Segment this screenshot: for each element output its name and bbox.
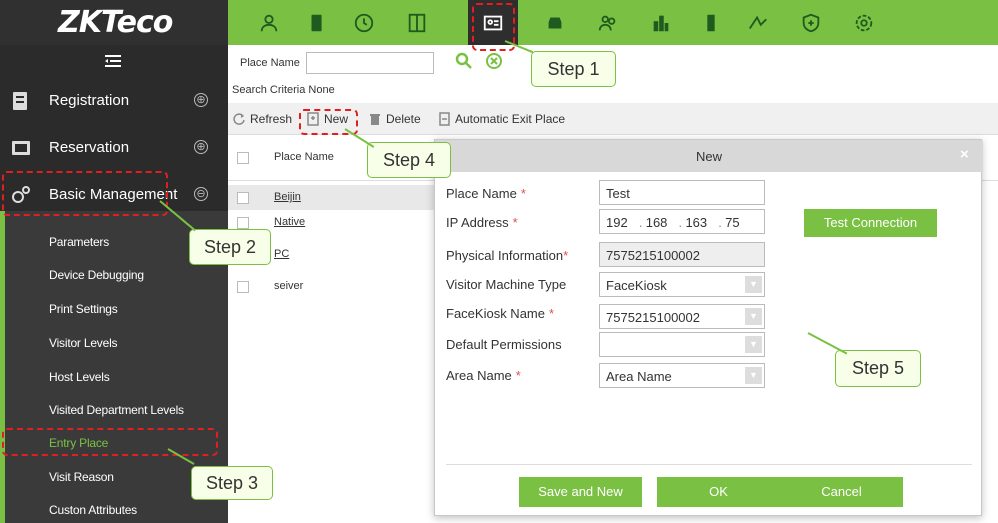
submenu-device-debugging[interactable]: Device Debugging (49, 268, 144, 282)
delete-icon (370, 114, 380, 125)
collapse-icon[interactable]: ⊖ (194, 187, 208, 201)
table-row[interactable]: Beijin (228, 185, 434, 210)
automatic-exit-place-button[interactable]: Automatic Exit Place (437, 112, 565, 126)
physical-information-field: 7575215100002 (599, 242, 765, 267)
column-place-name: Place Name (274, 151, 334, 163)
dialog-title: New (695, 149, 722, 164)
place-name-cell[interactable]: Beijin (274, 191, 301, 203)
building-icon[interactable] (646, 8, 676, 38)
logo-area: ZKTeco (0, 0, 228, 45)
chevron-down-icon[interactable]: ▼ (745, 276, 762, 293)
place-name-search-input[interactable] (306, 52, 434, 74)
ip-octet-3[interactable]: 163 (685, 215, 718, 230)
step-4-callout: Step 4 (367, 142, 451, 178)
step-1-callout: Step 1 (531, 51, 616, 87)
settings-icon[interactable] (849, 8, 879, 38)
ip-address-field[interactable]: 192 . 168 . 163 . 75 (599, 209, 765, 234)
row-checkbox[interactable] (237, 217, 249, 229)
chevron-down-icon[interactable]: ▼ (745, 336, 762, 353)
menu-label: Registration (49, 92, 130, 109)
visitor-machine-type-label: Visitor Machine Type (446, 277, 567, 292)
chevron-down-icon[interactable]: ▼ (745, 367, 762, 384)
submenu-parameters[interactable]: Parameters (49, 235, 109, 249)
default-permissions-select[interactable]: ▼ (599, 332, 765, 357)
refresh-button[interactable]: Refresh (232, 112, 292, 126)
delete-label: Delete (386, 112, 421, 126)
reservation-icon (10, 137, 32, 159)
chevron-down-icon[interactable]: ▼ (745, 308, 762, 325)
shield-icon[interactable] (796, 8, 826, 38)
test-connection-button[interactable]: Test Connection (804, 209, 937, 237)
expand-icon[interactable]: ⊕ (194, 140, 208, 154)
place-name-field[interactable]: Test (599, 180, 765, 205)
area-name-label: Area Name * (446, 368, 521, 383)
place-name-cell[interactable]: Native (274, 216, 305, 228)
submenu-print-settings[interactable]: Print Settings (49, 302, 118, 316)
place-name-cell[interactable]: PC (274, 248, 289, 260)
submenu-visited-department-levels[interactable]: Visited Department Levels (49, 403, 184, 417)
logo: ZKTeco (58, 5, 173, 40)
physical-information-label: Physical Information* (446, 248, 569, 263)
place-name-label: Place Name (240, 57, 300, 69)
patrol-icon[interactable] (743, 8, 773, 38)
step3-highlight (2, 428, 218, 456)
place-name-field-label: Place Name * (446, 186, 526, 201)
automatic-exit-place-label: Automatic Exit Place (455, 112, 566, 126)
submenu-host-levels[interactable]: Host Levels (49, 370, 110, 384)
new-place-dialog: New × Place Name * Test IP Address * 192 .… (434, 139, 983, 516)
car-icon[interactable] (540, 8, 570, 38)
area-name-select[interactable]: Area Name ▼ (599, 363, 765, 388)
ip-octet-1[interactable]: 192 (606, 215, 639, 230)
submenu-custom-attributes[interactable]: Custon Attributes (49, 503, 137, 517)
cancel-button[interactable]: Cancel (780, 477, 903, 507)
step2-highlight (2, 171, 168, 216)
ok-button[interactable]: OK (657, 477, 780, 507)
row-checkbox[interactable] (237, 281, 249, 293)
step-5-callout: Step 5 (835, 350, 921, 387)
facekiosk-name-select[interactable]: 7575215100002 ▼ (599, 304, 765, 329)
refresh-label: Refresh (250, 112, 293, 126)
visitor-machine-type-select[interactable]: FaceKiosk ▼ (599, 272, 765, 297)
dialog-divider (446, 464, 972, 465)
people-icon[interactable] (593, 8, 623, 38)
dialog-title-bar: New × (435, 140, 983, 172)
expand-icon[interactable]: ⊕ (194, 93, 208, 107)
ip-octet-4[interactable]: 75 (725, 215, 758, 230)
menu-registration[interactable]: Registration ⊕ (0, 78, 228, 124)
elevator-icon[interactable] (402, 8, 432, 38)
door-icon[interactable] (302, 8, 332, 38)
sidebar-collapse-icon[interactable] (105, 55, 121, 67)
registration-icon (10, 90, 32, 112)
refresh-icon (233, 113, 245, 125)
step-3-callout: Step 3 (191, 466, 273, 500)
save-and-new-button[interactable]: Save and New (519, 477, 642, 507)
close-icon[interactable]: × (960, 146, 969, 163)
menu-label: Reservation (49, 139, 130, 156)
facekiosk-name-label: FaceKiosk Name * (446, 306, 555, 321)
menu-reservation[interactable]: Reservation ⊕ (0, 125, 228, 171)
delete-button[interactable]: Delete (368, 112, 421, 126)
tower-icon[interactable] (696, 8, 726, 38)
submenu-visitor-levels[interactable]: Visitor Levels (49, 336, 118, 350)
table-row[interactable]: seiver (228, 274, 448, 299)
row-checkbox[interactable] (237, 192, 249, 204)
select-all-checkbox[interactable] (237, 152, 249, 164)
step-2-callout: Step 2 (189, 229, 271, 265)
search-criteria: Search Criteria None (232, 84, 335, 96)
ip-address-field-label: IP Address * (446, 215, 518, 230)
place-name-cell[interactable]: seiver (274, 280, 303, 292)
person-icon[interactable] (254, 8, 284, 38)
ip-octet-2[interactable]: 168 (646, 215, 679, 230)
search-icon[interactable] (455, 52, 473, 70)
clock-icon[interactable] (349, 8, 379, 38)
exit-place-icon (439, 112, 450, 126)
submenu-visit-reason[interactable]: Visit Reason (49, 470, 114, 484)
default-permissions-label: Default Permissions (446, 337, 562, 352)
clear-icon[interactable] (485, 52, 503, 70)
